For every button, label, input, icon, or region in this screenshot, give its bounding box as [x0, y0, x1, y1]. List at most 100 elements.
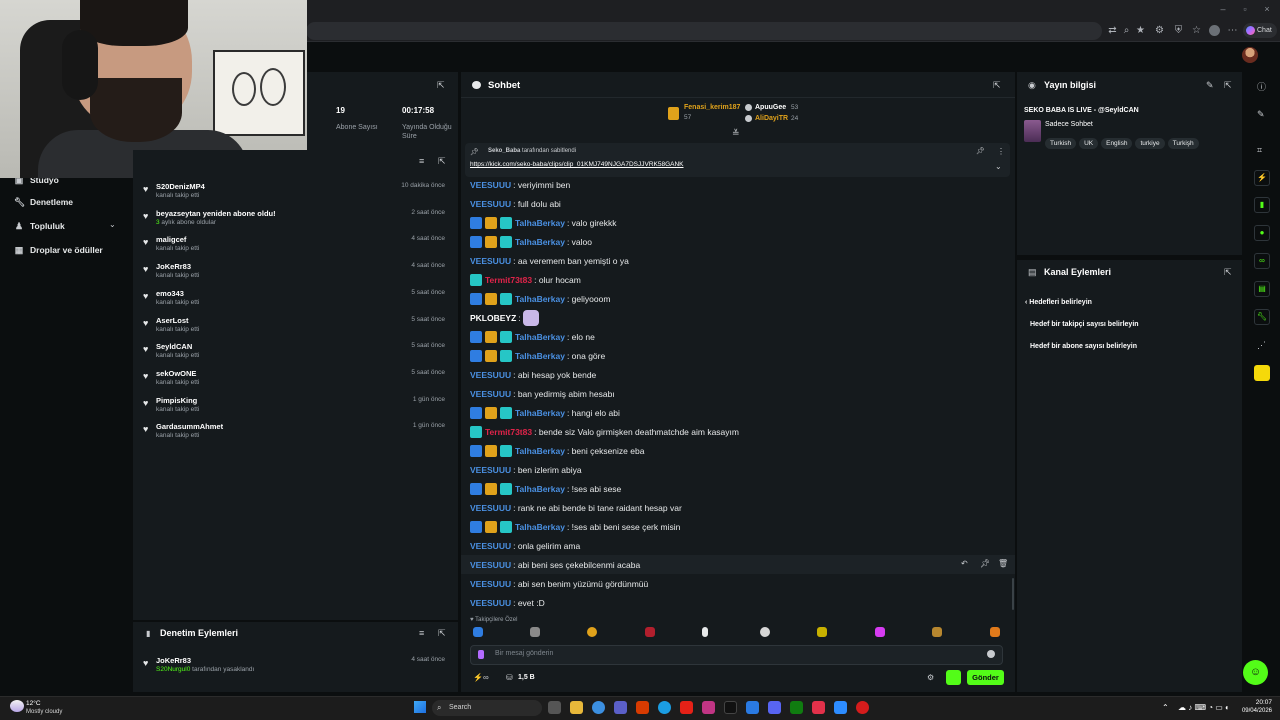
activity-row[interactable]: ♥ maligcef kanalı takip etti 4 saat önce	[143, 235, 453, 261]
instagram-icon[interactable]	[702, 701, 715, 714]
reply-icon[interactable]: ↶	[961, 559, 968, 568]
minimize-icon[interactable]: –	[1218, 4, 1228, 14]
chat-username[interactable]: TalhaBerkay	[515, 351, 565, 361]
goal-subs-option[interactable]: Hedef bir abone sayısı belirleyin	[1030, 343, 1137, 350]
chat-username[interactable]: VEESUUU	[470, 465, 511, 475]
app-icon[interactable]	[812, 701, 825, 714]
chat-message[interactable]: TalhaBerkay: !ses abi beni sese çerk mis…	[470, 517, 680, 536]
kick-bot-icon[interactable]	[946, 670, 961, 685]
office-icon[interactable]	[636, 701, 649, 714]
chat-username[interactable]: TalhaBerkay	[515, 218, 565, 228]
delete-icon[interactable]: 🗑︎	[998, 559, 1008, 568]
crop-icon[interactable]: ⌗	[1257, 145, 1262, 156]
nav-community[interactable]: ♟ Topluluk	[14, 219, 65, 233]
emote-5[interactable]	[702, 627, 708, 637]
activity-row[interactable]: ♥ AserLost kanalı takip etti 5 saat önce	[143, 316, 453, 342]
channel-points-icon[interactable]: ⚡∞	[473, 673, 489, 682]
emote-10[interactable]	[990, 627, 1000, 637]
filter-icon[interactable]: ≡	[419, 628, 424, 638]
chat-username[interactable]: TalhaBerkay	[515, 522, 565, 532]
chat-message[interactable]: VEESUUU: abi sen benim yüzümü gördünmüü	[470, 574, 648, 593]
pencil-icon[interactable]: ✎	[1257, 109, 1265, 120]
clip-icon[interactable]	[1254, 365, 1270, 381]
chat-username[interactable]: PKLOBEYZ	[470, 313, 516, 323]
share-icon[interactable]: ⋰	[1257, 340, 1266, 351]
nav-drops[interactable]: ▦ Droplar ve ödüller	[14, 243, 103, 257]
chat-message[interactable]: TalhaBerkay: beni çeksenize eba	[470, 441, 644, 460]
chat-icon[interactable]: ●	[1254, 225, 1270, 241]
chat-username[interactable]: TalhaBerkay	[515, 332, 565, 342]
chevron-down-icon[interactable]: ⌄	[109, 220, 116, 229]
favorites-icon[interactable]: ☆	[1190, 24, 1203, 37]
popout-icon[interactable]: ⇱	[438, 628, 446, 639]
emote-6[interactable]	[760, 627, 770, 637]
chat-username[interactable]: TalhaBerkay	[515, 408, 565, 418]
emote-3[interactable]	[587, 627, 597, 637]
chat-username[interactable]: VEESUUU	[470, 199, 511, 209]
chat-message[interactable]: VEESUUU: aa veremem ban yemişti o ya	[470, 251, 629, 270]
nav-moderation[interactable]: 🔧︎ Denetleme	[14, 195, 73, 209]
chat-message[interactable]: VEESUUU: abi beni ses çekebilcenmi acaba	[470, 555, 640, 574]
translate-icon[interactable]: ⇄	[1106, 24, 1119, 37]
chat-message[interactable]: Termit73t83: bende siz Valo girmişken de…	[470, 422, 739, 441]
xbox-icon[interactable]	[790, 701, 803, 714]
mic-icon[interactable]	[478, 650, 484, 659]
support-chat-button[interactable]: ☺	[1243, 660, 1268, 685]
gifter-2-name[interactable]: ApuuGee	[755, 104, 786, 111]
chat-message[interactable]: VEESUUU: full dolu abi	[470, 194, 561, 213]
todo-icon[interactable]	[746, 701, 759, 714]
wrench-icon[interactable]: 🔧︎	[1254, 309, 1270, 325]
popout-icon[interactable]: ⇱	[1224, 80, 1232, 91]
taskbar-search[interactable]: ⌕ Search	[432, 700, 542, 716]
tray-icons[interactable]: ☁ ♪ ⌨ ◔ ▭ ◐	[1178, 703, 1230, 712]
tag[interactable]: Turkişh	[1167, 138, 1199, 149]
chat-message[interactable]: VEESUUU: ban yedirmiş abim hesabı	[470, 384, 615, 403]
chat-message[interactable]: TalhaBerkay: !ses abi sese	[470, 479, 621, 498]
chat-username[interactable]: VEESUUU	[470, 370, 511, 380]
settings-icon[interactable]: ⚙	[927, 673, 934, 682]
chat-message[interactable]: VEESUUU: abi hesap yok bende	[470, 365, 596, 384]
chat-username[interactable]: VEESUUU	[470, 560, 511, 570]
edit-icon[interactable]: ✎	[1206, 80, 1214, 91]
menu-dots-icon[interactable]: ⋯	[1226, 24, 1239, 37]
activity-row[interactable]: ♥ JoKeRr83 kanalı takip etti 4 saat önce	[143, 262, 453, 288]
chat-message[interactable]: TalhaBerkay: geliyooom	[470, 289, 610, 308]
app-icon[interactable]	[856, 701, 869, 714]
popout-icon[interactable]: ⇱	[1224, 267, 1232, 278]
chat-message[interactable]: TalhaBerkay: elo ne	[470, 327, 595, 346]
category-name[interactable]: Sadece Sohbet	[1045, 121, 1093, 128]
popout-icon[interactable]: ⇱	[993, 80, 1001, 91]
chat-message[interactable]: TalhaBerkay: valoo	[470, 232, 592, 251]
gifter-1-name[interactable]: Fenasi_kerim187	[684, 104, 740, 111]
file-explorer-icon[interactable]	[570, 701, 583, 714]
bookmark-star-icon[interactable]: ★	[1134, 24, 1147, 37]
maximize-icon[interactable]: ▫	[1240, 4, 1250, 14]
chat-username[interactable]: TalhaBerkay	[515, 237, 565, 247]
link-icon[interactable]: ∞	[1254, 253, 1270, 269]
unpin-icon[interactable]: 📌︎	[976, 147, 985, 155]
edge-icon[interactable]	[658, 701, 671, 714]
emote-1[interactable]	[473, 627, 483, 637]
activity-row[interactable]: ♥ sekOwONE kanalı takip etti 5 saat önce	[143, 369, 453, 395]
chat-username[interactable]: Termit73t83	[485, 427, 532, 437]
chat-username[interactable]: VEESUUU	[470, 503, 511, 513]
chat-username[interactable]: TalhaBerkay	[515, 484, 565, 494]
chat-message[interactable]: TalhaBerkay: valo girekkk	[470, 213, 617, 232]
chat-username[interactable]: Termit73t83	[485, 275, 532, 285]
chat-message[interactable]: VEESUUU: evet :D	[470, 593, 545, 612]
chat-message[interactable]: TalhaBerkay: ona göre	[470, 346, 605, 365]
chat-message[interactable]: VEESUUU: onla gelirim ama	[470, 536, 580, 555]
back-to-goals[interactable]: ‹ Hedefleri belirleyin	[1025, 299, 1092, 306]
chat-username[interactable]: VEESUUU	[470, 598, 511, 608]
chat-message[interactable]: Termit73t83: olur hocam	[470, 270, 581, 289]
emote-4[interactable]	[645, 627, 655, 637]
chat-scrollbar[interactable]	[1012, 578, 1014, 610]
tag[interactable]: Turkish	[1045, 138, 1077, 149]
weather-icon[interactable]	[10, 700, 24, 712]
zoom-icon[interactable]: ⌕	[1120, 24, 1133, 37]
emoji-icon[interactable]	[987, 650, 995, 658]
emote-8[interactable]	[875, 627, 885, 637]
close-window-icon[interactable]: ×	[1262, 4, 1272, 14]
adblock-icon[interactable]: ⛨	[1172, 24, 1185, 37]
discord-icon[interactable]	[768, 701, 781, 714]
